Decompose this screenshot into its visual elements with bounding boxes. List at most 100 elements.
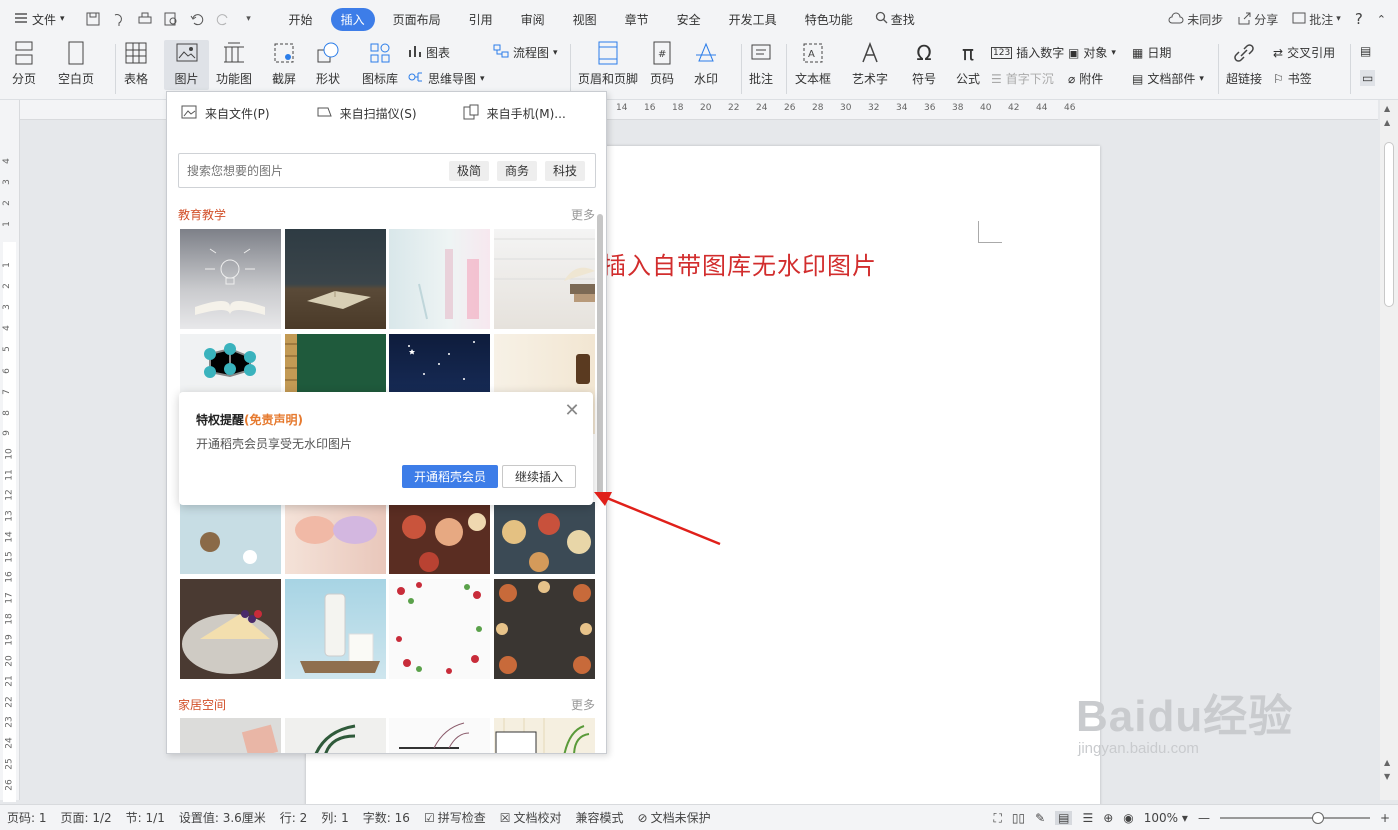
redo-icon[interactable] xyxy=(215,11,231,27)
tab-review[interactable]: 审阅 xyxy=(511,8,555,31)
tab-home[interactable]: 开始 xyxy=(279,8,323,31)
ribbon-extra-top-icon[interactable]: ▤ xyxy=(1360,44,1371,58)
from-phone-option[interactable]: 来自手机(M)... xyxy=(463,104,566,123)
sync-button[interactable]: 未同步 xyxy=(1168,11,1223,28)
image-thumbnail[interactable] xyxy=(180,229,281,329)
image-thumbnail[interactable] xyxy=(494,229,595,329)
image-thumbnail[interactable] xyxy=(285,229,386,329)
tab-chapter[interactable]: 章节 xyxy=(615,8,659,31)
open-membership-button[interactable]: 开通稻壳会员 xyxy=(402,465,498,488)
reading-mode-icon[interactable]: ▯▯ xyxy=(1012,811,1025,825)
image-thumbnail[interactable] xyxy=(494,579,595,679)
tab-page-layout[interactable]: 页面布局 xyxy=(383,8,451,31)
doc-protection-button[interactable]: ⊘ 文档未保护 xyxy=(631,809,718,826)
image-thumbnail[interactable] xyxy=(285,718,386,753)
collapse-ribbon-icon[interactable]: ⌃ xyxy=(1377,13,1386,26)
doc-parts-button[interactable]: ▤ 文档部件 ▾ xyxy=(1132,70,1204,87)
spell-check-button[interactable]: ☑ 拼写检查 xyxy=(417,809,493,826)
wordart-button[interactable]: 艺术字 xyxy=(852,40,888,87)
bookmark-button[interactable]: ⚐ 书签 xyxy=(1273,70,1312,87)
date-button[interactable]: ▦ 日期 xyxy=(1132,44,1171,61)
object-button[interactable]: ▣ 对象 ▾ xyxy=(1068,44,1116,61)
insert-number-button[interactable]: 123 插入数字 xyxy=(991,44,1064,61)
help-button[interactable]: ? xyxy=(1355,10,1363,28)
image-thumbnail[interactable] xyxy=(494,718,595,753)
blank-page-button[interactable]: 空白页 xyxy=(58,40,94,87)
customize-chevron-icon[interactable]: ▾ xyxy=(241,11,257,27)
image-thumbnail[interactable] xyxy=(389,579,490,679)
textbox-button[interactable]: A 文本框 xyxy=(795,40,831,87)
attachment-button[interactable]: ⌀ 附件 xyxy=(1068,70,1103,87)
save-icon[interactable] xyxy=(85,11,101,27)
find-button[interactable]: 查找 xyxy=(875,11,915,28)
close-icon[interactable]: ✕ xyxy=(563,402,581,420)
header-footer-button[interactable]: 页眉和页脚 xyxy=(578,40,638,87)
tab-insert[interactable]: 插入 xyxy=(330,7,375,31)
drop-cap-button[interactable]: ☰ 首字下沉 xyxy=(991,70,1054,87)
image-thumbnail[interactable] xyxy=(389,718,490,753)
status-word-count[interactable]: 字数: 16 xyxy=(356,809,417,826)
image-thumbnail[interactable] xyxy=(285,579,386,679)
print-preview-icon[interactable] xyxy=(163,11,179,27)
table-button[interactable]: 表格 xyxy=(124,40,148,87)
scroll-up-arrow-icon[interactable]: ▲ xyxy=(1384,118,1390,127)
chart-button[interactable]: 图表 xyxy=(408,44,450,61)
scroll-thumb[interactable] xyxy=(1384,142,1394,307)
format-painter-icon[interactable] xyxy=(111,11,127,27)
zoom-slider[interactable] xyxy=(1219,812,1370,824)
image-thumbnail[interactable] xyxy=(180,579,281,679)
undo-icon[interactable] xyxy=(189,11,205,27)
status-page-count[interactable]: 页面: 1/2 xyxy=(54,809,119,826)
compat-mode[interactable]: 兼容模式 xyxy=(569,809,631,826)
mindmap-button[interactable]: 思维导图 ▾ xyxy=(408,70,485,87)
fullscreen-icon[interactable]: ⛶ xyxy=(993,811,1001,826)
image-thumbnail[interactable] xyxy=(285,502,386,574)
tag-technology[interactable]: 科技 xyxy=(545,161,586,181)
tab-references[interactable]: 引用 xyxy=(459,8,503,31)
category-education-more[interactable]: 更多 xyxy=(571,206,595,223)
document-text[interactable]: 插入自带图库无水印图片 xyxy=(602,246,877,281)
page-number-button[interactable]: # 页码 xyxy=(650,40,674,87)
screenshot-button[interactable]: 截屏 xyxy=(272,40,296,87)
function-chart-button[interactable]: 功能图 xyxy=(216,40,252,87)
formula-button[interactable]: π 公式 xyxy=(956,40,980,87)
image-thumbnail[interactable] xyxy=(389,229,490,329)
zoom-slider-knob[interactable] xyxy=(1311,812,1324,824)
pen-icon[interactable]: ✎ xyxy=(1035,811,1045,825)
watermark-button[interactable]: 水印 xyxy=(694,40,718,87)
tab-special-features[interactable]: 特色功能 xyxy=(795,8,863,31)
tag-business[interactable]: 商务 xyxy=(497,161,538,181)
image-thumbnail[interactable] xyxy=(180,502,281,574)
web-view-icon[interactable]: ⊕ xyxy=(1103,811,1113,825)
image-thumbnail[interactable] xyxy=(389,502,490,574)
panel-scroll-thumb[interactable] xyxy=(597,214,603,494)
eye-protection-icon[interactable]: ◉ xyxy=(1123,811,1133,825)
comment-button[interactable]: 批注 ▾ xyxy=(1292,11,1341,28)
continue-insert-button[interactable]: 继续插入 xyxy=(502,465,576,488)
tag-minimal[interactable]: 极简 xyxy=(449,161,490,181)
picture-search-input[interactable] xyxy=(187,163,447,178)
from-file-option[interactable]: 来自文件(P) xyxy=(181,105,270,122)
outline-view-icon[interactable]: ☰ xyxy=(1082,811,1093,825)
print-icon[interactable] xyxy=(137,11,153,27)
zoom-in-button[interactable]: + xyxy=(1380,811,1390,825)
zoom-out-button[interactable]: — xyxy=(1198,811,1210,825)
hyperlink-button[interactable]: 超链接 xyxy=(1226,40,1262,87)
status-page-number[interactable]: 页码: 1 xyxy=(0,809,54,826)
tab-developer[interactable]: 开发工具 xyxy=(719,8,787,31)
icon-library-button[interactable]: 图标库 xyxy=(362,40,398,87)
picture-button[interactable]: 图片 xyxy=(164,40,209,90)
image-thumbnail[interactable] xyxy=(494,502,595,574)
disclaimer-link[interactable]: (免责声明) xyxy=(244,413,303,427)
status-col[interactable]: 列: 1 xyxy=(314,809,356,826)
tab-security[interactable]: 安全 xyxy=(667,8,711,31)
scroll-down-arrow-icon[interactable]: ▲ xyxy=(1384,758,1390,767)
zoom-level[interactable]: 100% ▾ xyxy=(1144,811,1188,825)
page-view-icon[interactable]: ▤ xyxy=(1055,811,1073,825)
from-scanner-option[interactable]: 来自扫描仪(S) xyxy=(316,105,417,122)
status-setting[interactable]: 设置值: 3.6厘米 xyxy=(172,809,273,826)
status-section[interactable]: 节: 1/1 xyxy=(119,809,172,826)
symbol-button[interactable]: Ω 符号 xyxy=(912,40,936,87)
annotation-button[interactable]: 批注 xyxy=(749,40,773,87)
tab-view[interactable]: 视图 xyxy=(563,8,607,31)
